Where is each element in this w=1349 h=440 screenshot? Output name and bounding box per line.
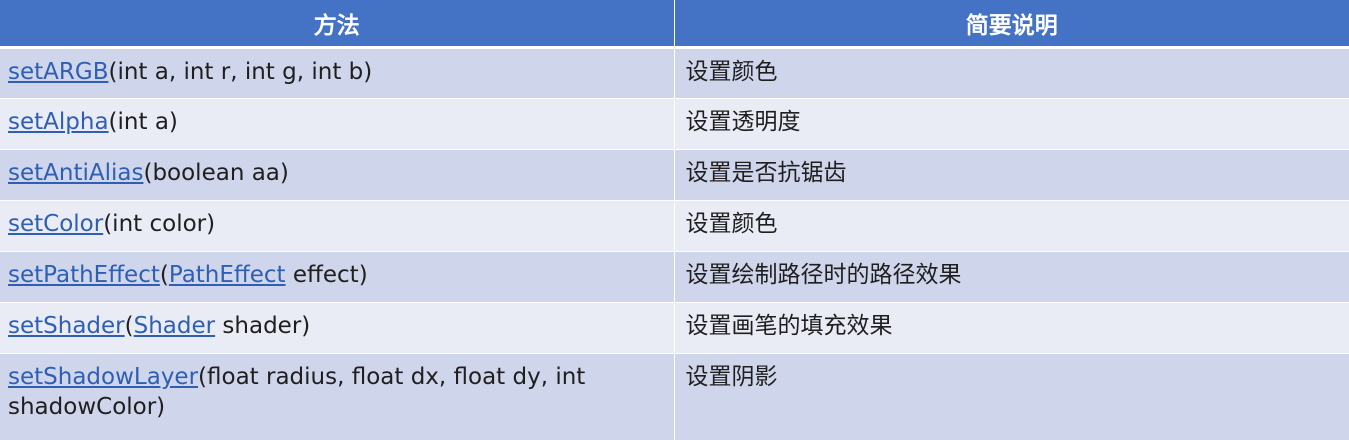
method-params-open: ( (124, 313, 134, 339)
method-params: effect) (285, 262, 368, 288)
method-link-setcolor[interactable]: setColor (8, 211, 103, 237)
method-params: (int a, int r, int g, int b) (108, 59, 373, 85)
method-cell: setShadowLayer(float radius, float dx, f… (0, 353, 675, 440)
method-link-setantialias[interactable]: setAntiAlias (8, 160, 143, 186)
table-row: setShader(Shader shader) 设置画笔的填充效果 (0, 302, 1349, 354)
description-cell: 设置颜色 (674, 47, 1349, 99)
description-cell: 设置是否抗锯齿 (674, 149, 1349, 201)
description-cell: 设置绘制路径时的路径效果 (674, 251, 1349, 303)
header-row: 方法 简要说明 (0, 0, 1349, 49)
description-cell: 设置颜色 (674, 200, 1349, 252)
method-params: (int color) (103, 211, 216, 237)
method-params-open: ( (159, 262, 169, 288)
header-description: 简要说明 (674, 0, 1349, 49)
method-cell: setColor(int color) (0, 200, 675, 252)
method-params: shader) (215, 313, 311, 339)
type-link-patheffect[interactable]: PathEffect (169, 262, 286, 288)
method-link-setshadowlayer[interactable]: setShadowLayer (8, 364, 198, 390)
method-cell: setShader(Shader shader) (0, 302, 675, 354)
table-row: setAntiAlias(boolean aa) 设置是否抗锯齿 (0, 149, 1349, 201)
method-link-setshader[interactable]: setShader (8, 313, 125, 339)
method-cell: setARGB(int a, int r, int g, int b) (0, 47, 675, 99)
type-link-shader[interactable]: Shader (134, 313, 215, 339)
method-cell: setPathEffect(PathEffect effect) (0, 251, 675, 303)
description-cell: 设置画笔的填充效果 (674, 302, 1349, 354)
method-cell: setAlpha(int a) (0, 98, 675, 150)
description-cell: 设置透明度 (674, 98, 1349, 150)
table-row: setAlpha(int a) 设置透明度 (0, 98, 1349, 150)
method-link-setargb[interactable]: setARGB (8, 59, 108, 85)
method-params: (int a) (108, 109, 178, 135)
method-link-setpatheffect[interactable]: setPathEffect (8, 262, 160, 288)
table-row: setColor(int color) 设置颜色 (0, 200, 1349, 252)
method-params: (boolean aa) (143, 160, 289, 186)
method-link-setalpha[interactable]: setAlpha (8, 109, 109, 135)
table-row: setARGB(int a, int r, int g, int b) 设置颜色 (0, 47, 1349, 99)
table-row: setPathEffect(PathEffect effect) 设置绘制路径时… (0, 251, 1349, 303)
header-method: 方法 (0, 0, 675, 49)
table-row: setShadowLayer(float radius, float dx, f… (0, 353, 1349, 440)
method-cell: setAntiAlias(boolean aa) (0, 149, 675, 201)
methods-table: 方法 简要说明 setARGB(int a, int r, int g, int… (0, 0, 1349, 440)
description-cell: 设置阴影 (674, 353, 1349, 440)
